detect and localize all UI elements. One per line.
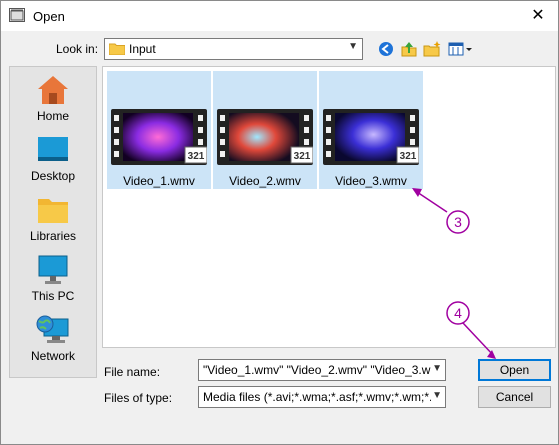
arrowhead-4 — [487, 350, 496, 359]
annotation-overlay: 3 4 — [412, 188, 496, 359]
annotation-arrow-4 — [462, 322, 495, 357]
annotation-label-4: 4 — [454, 305, 462, 321]
arrowhead-3 — [412, 188, 422, 197]
annotation-label-3: 3 — [454, 214, 462, 230]
